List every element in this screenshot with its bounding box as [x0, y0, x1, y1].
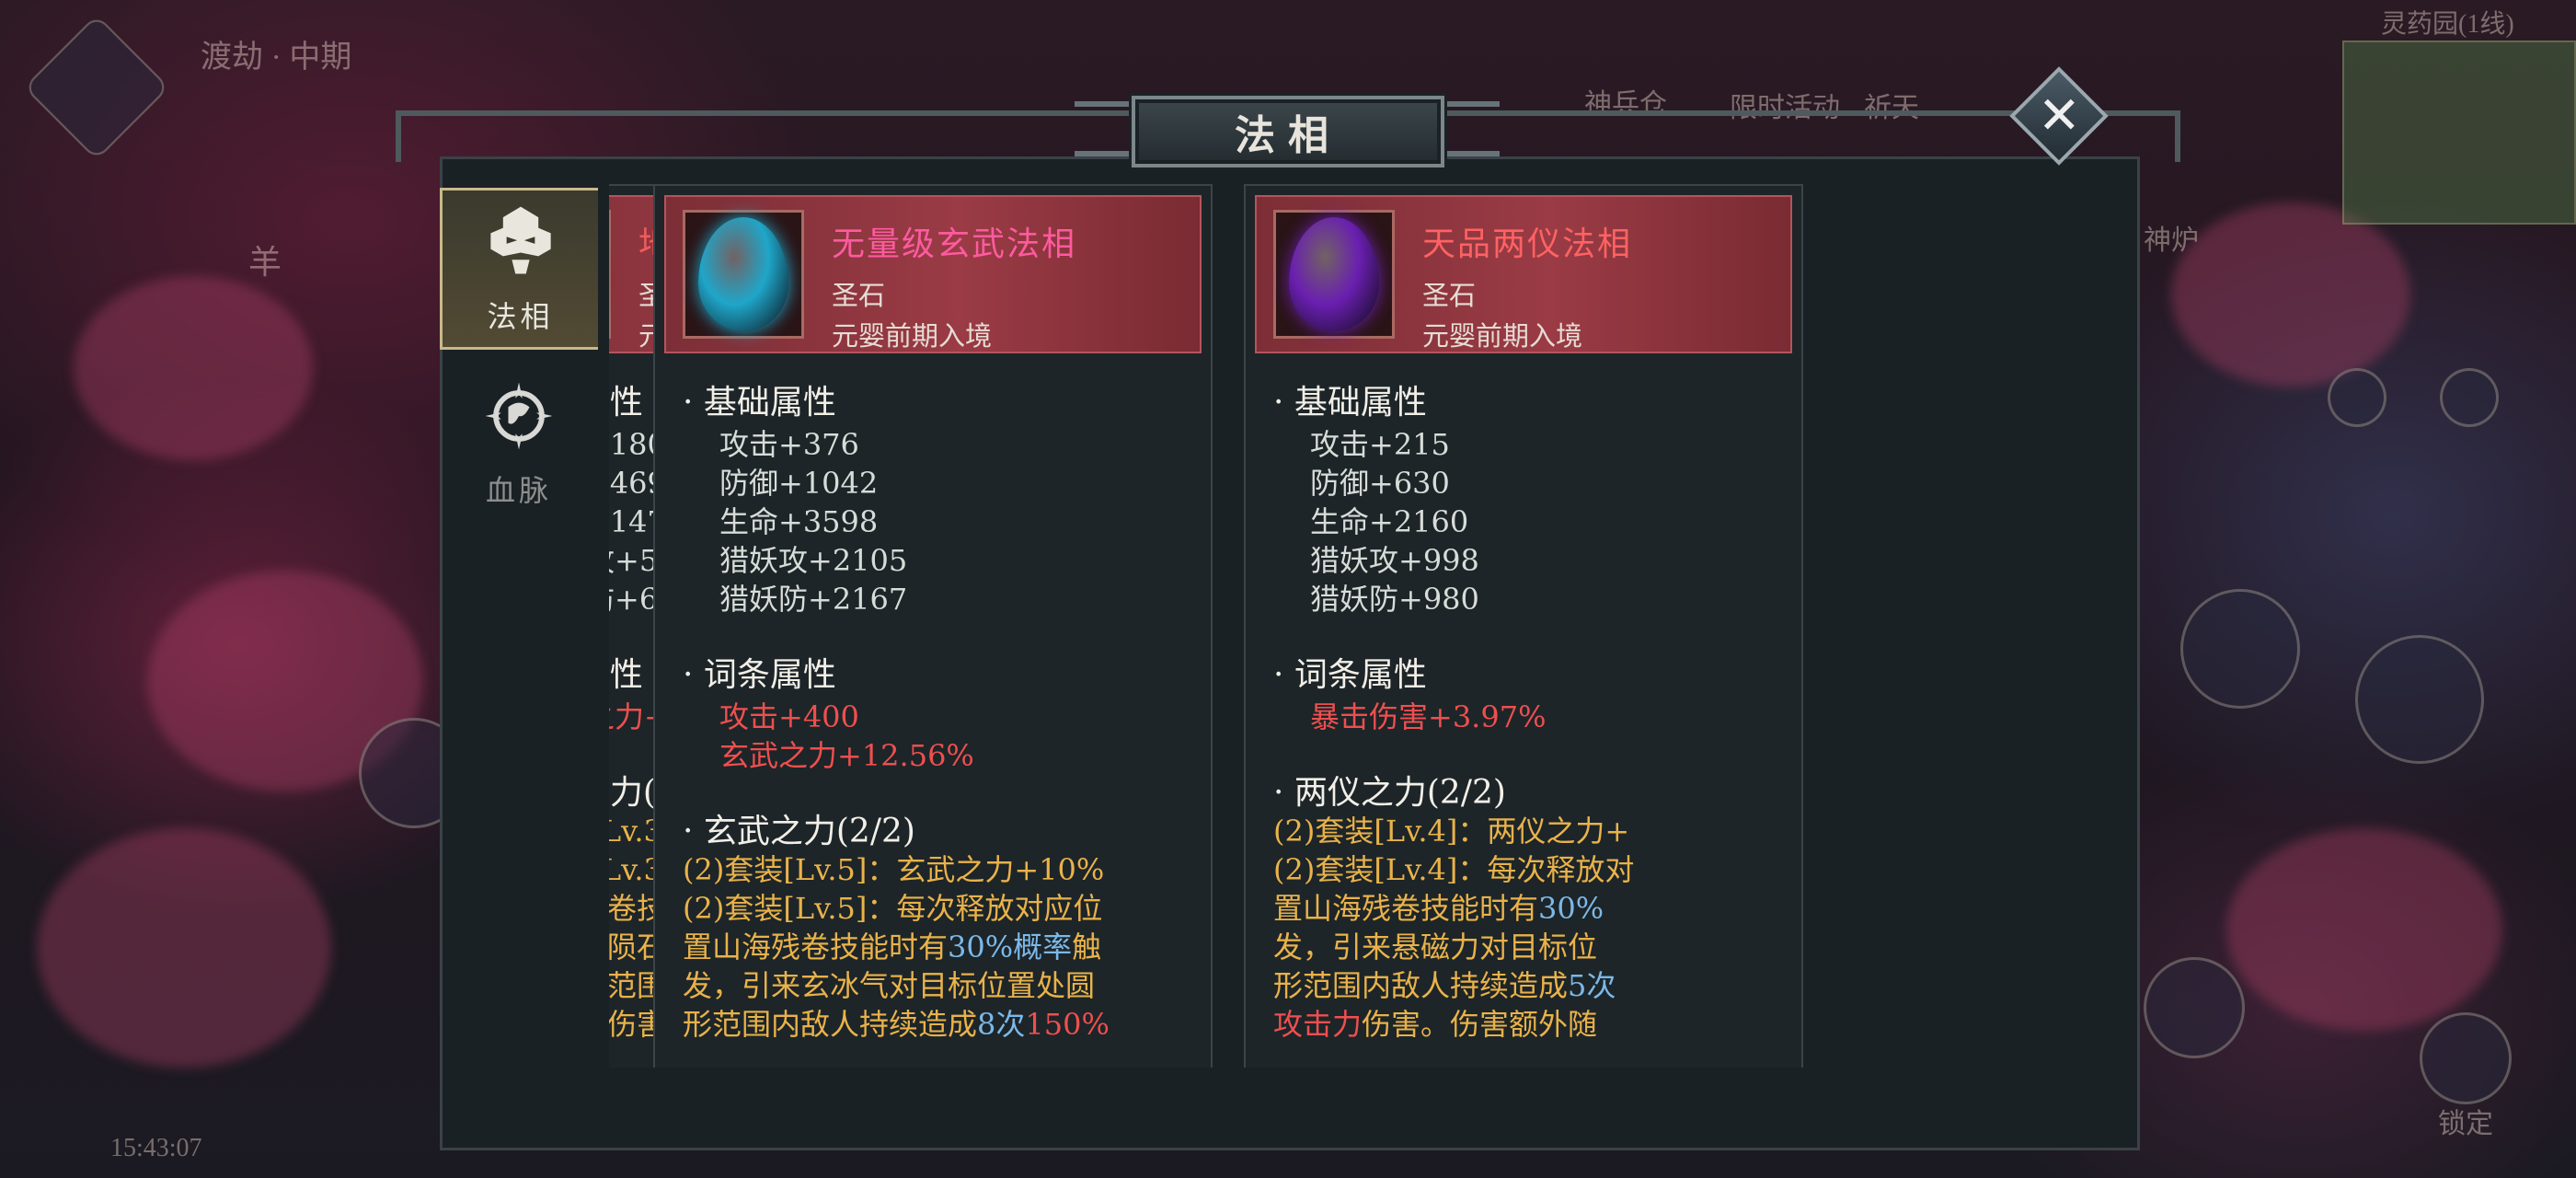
- affix-attributes-title: · 词条属性: [1273, 656, 1427, 694]
- set-bonus-line: 置山海残卷技能时有30%: [1273, 885, 1604, 928]
- base-stat: 防御+1042: [719, 466, 879, 501]
- set-bonus-text: 30%概率: [948, 930, 1073, 964]
- base-attributes-title: · 基础属性: [683, 384, 836, 422]
- close-icon: ✕: [2037, 85, 2081, 145]
- set-bonus-text: 150%: [1025, 1007, 1110, 1042]
- set-bonus-text: 攻击力: [1273, 1007, 1363, 1042]
- skill-button-ice[interactable]: [2180, 589, 2300, 709]
- set-bonus-text: 形范围内敌人持续造成: [683, 1007, 978, 1042]
- set-bonus-text: 置山海残卷技能时有: [683, 930, 949, 964]
- skill-button-3[interactable]: [2144, 957, 2245, 1058]
- set-bonus-title: · 两仪之力(2/2): [1273, 774, 1506, 812]
- base-stat: 猎妖攻+998: [1310, 543, 1479, 578]
- lock-target-button[interactable]: [2420, 1012, 2512, 1104]
- blossom-tree: [74, 276, 313, 460]
- faxiang-card-list[interactable]: 地品朱雀法相圣石元婴前期入境· 基础属性攻击+180防御+469生命+1479猎…: [609, 184, 2116, 1068]
- egg-icon: [698, 217, 788, 331]
- affix-attributes-title: · 词条属性: [683, 656, 836, 694]
- minimap[interactable]: [2342, 40, 2576, 225]
- set-bonus-text: 形范围内敌人持续造成: [1273, 968, 1569, 1003]
- lock-label[interactable]: 锁定: [2438, 1101, 2493, 1141]
- set-bonus-line: 形范围内敌人持续造成5次: [1273, 963, 1616, 1005]
- set-bonus-line: (2)套装[Lv.5]：每次释放对应位: [683, 885, 1102, 928]
- card-requirement: 元婴前期入境: [1422, 320, 1583, 352]
- set-bonus-text: 置山海残卷技能时有: [1273, 891, 1539, 926]
- base-stat: 攻击+376: [719, 427, 859, 462]
- card-header: 天品两仪法相圣石元婴前期入境: [1255, 195, 1792, 353]
- skill-button-chain[interactable]: [2355, 635, 2484, 764]
- base-stat: 攻击+215: [1310, 427, 1450, 462]
- menu-shenlu[interactable]: 神炉: [2144, 217, 2199, 258]
- set-bonus-text: 30%: [1538, 891, 1604, 926]
- set-bonus-title: · 玄武之力(2/2): [683, 813, 915, 850]
- side-tabs: 法相 血脉: [440, 184, 598, 1141]
- faxiang-gem-icon[interactable]: [1273, 210, 1395, 339]
- set-bonus-line: 发，引来悬磁力对目标位: [1273, 924, 1597, 966]
- set-bonus-text: 5次: [1568, 968, 1616, 1003]
- affix-attributes-title: · 词条属性: [609, 656, 643, 694]
- tab-label: 法相: [487, 299, 554, 334]
- set-bonus-text: 伤害。伤害额外随: [1362, 1007, 1598, 1042]
- cultivation-icon[interactable]: [2440, 368, 2499, 427]
- base-stat: 生命+3598: [719, 504, 879, 539]
- faxiang-card[interactable]: 天品两仪法相圣石元婴前期入境 · 基础属性攻击+215 防御+630 生命+2160 猎…: [1244, 184, 1803, 1068]
- card-name: 无量级玄武法相: [832, 225, 1077, 263]
- set-bonus-text: 触: [1072, 930, 1102, 964]
- set-bonus-line: (2)套装[Lv.5]：玄武之力+10%: [683, 847, 1104, 889]
- blossom-tree: [2226, 828, 2502, 1031]
- set-bonus-line: (2)套装[Lv.4]：两仪之力+: [1273, 808, 1629, 850]
- base-stat: 防御+630: [1310, 466, 1450, 501]
- card-type: 圣石: [832, 280, 886, 311]
- set-bonus-line: 攻击力伤害。伤害额外随: [1273, 1001, 1597, 1044]
- tab-faxiang[interactable]: 法相: [440, 188, 598, 350]
- player-avatar[interactable]: [23, 14, 170, 161]
- map-name: 灵药园(1线): [2381, 10, 2514, 39]
- card-header: 无量级玄武法相圣石元婴前期入境: [664, 195, 1202, 353]
- chat-snippet: 羊: [248, 244, 282, 281]
- set-bonus-text: (2)套装[Lv.4]：两仪之力+: [1273, 814, 1630, 849]
- card-requirement: 元婴前期入境: [832, 320, 993, 352]
- bloodline-emblem-icon: [485, 382, 553, 450]
- base-stat: 生命+2160: [1310, 504, 1469, 539]
- set-bonus-text: (2)套装[Lv.4]：每次释放对: [1273, 852, 1635, 887]
- mask-emblem-icon: [489, 206, 551, 274]
- bag-icon[interactable]: [2328, 368, 2386, 427]
- faxiang-gem-icon[interactable]: [683, 210, 804, 339]
- set-bonus-text: (2)套装[Lv.5]：玄武之力+10%: [683, 852, 1105, 887]
- set-bonus-text: 发，引来玄冰气对目标位置处圆: [683, 968, 1096, 1003]
- affix-stat: 玄武之力+12.56%: [719, 738, 974, 773]
- tab-label: 血脉: [485, 473, 552, 508]
- set-bonus-text: (2)套装[Lv.5]：每次释放对应位: [683, 891, 1103, 926]
- blossom-tree: [2171, 202, 2410, 387]
- affix-stat: 攻击+400: [719, 699, 859, 734]
- tab-xuemai[interactable]: 血脉: [440, 359, 598, 521]
- egg-icon: [1289, 217, 1379, 331]
- faxiang-card[interactable]: 无量级玄武法相圣石元婴前期入境 · 基础属性攻击+376 防御+1042 生命+359…: [653, 184, 1213, 1068]
- blossom-tree: [37, 828, 331, 1068]
- card-name: 天品两仪法相: [1422, 225, 1633, 263]
- affix-stat: 暴击伤害+3.97%: [1310, 699, 1547, 734]
- set-bonus-line: 置山海残卷技能时有30%概率触: [683, 924, 1101, 966]
- base-stat: 猎妖防+980: [1310, 582, 1479, 617]
- base-stat: 猎妖攻+2105: [719, 543, 908, 578]
- player-status: 渡劫 · 中期: [201, 40, 352, 75]
- base-stat: 猎妖防+2167: [719, 582, 908, 617]
- dialog-title: 法相: [1132, 96, 1444, 167]
- title-ornament-right: [1435, 101, 1500, 156]
- set-bonus-text: 8次: [977, 1007, 1026, 1042]
- clock-time: 15:43:07: [110, 1134, 202, 1162]
- set-bonus-line: (2)套装[Lv.4]：每次释放对: [1273, 847, 1634, 889]
- base-attributes-title: · 基础属性: [1273, 384, 1427, 422]
- card-type: 圣石: [1422, 280, 1477, 311]
- title-ornament-left: [1075, 101, 1139, 156]
- set-bonus-line: 发，引来玄冰气对目标位置处圆: [683, 963, 1095, 1005]
- faxiang-gem-icon[interactable]: [609, 210, 611, 339]
- set-bonus-text: 发，引来悬磁力对目标位: [1273, 930, 1598, 964]
- set-bonus-line: 形范围内敌人持续造成8次150%: [683, 1001, 1110, 1044]
- base-attributes-title: · 基础属性: [609, 384, 643, 422]
- list-left-edge: [598, 184, 609, 1068]
